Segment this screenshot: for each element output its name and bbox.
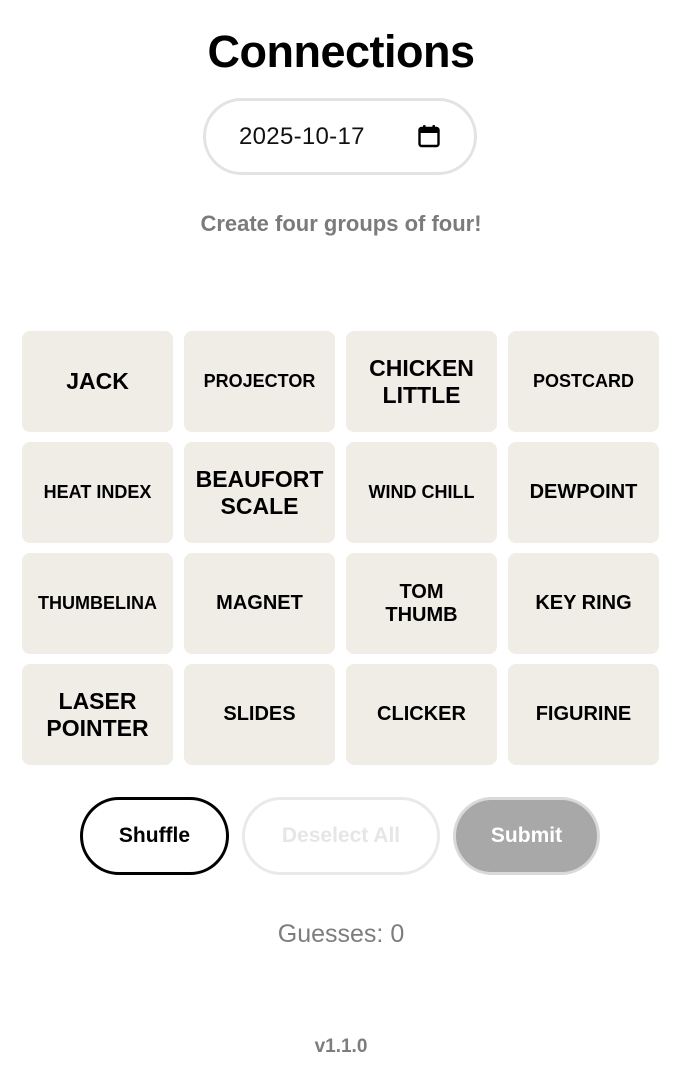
instructions: Create four groups of four! [200,211,482,236]
word-tile[interactable]: LASER POINTER [22,664,173,765]
word-tile[interactable]: WIND CHILL [346,442,497,543]
word-tile[interactable]: KEY RING [508,553,659,654]
word-tile[interactable]: CLICKER [346,664,497,765]
word-tile[interactable]: THUMBELINA [22,553,173,654]
deselect-all-button[interactable]: Deselect All [242,797,440,875]
word-tile[interactable]: CHICKEN LITTLE [346,331,497,432]
word-tile[interactable]: SLIDES [184,664,335,765]
word-tile[interactable]: PROJECTOR [184,331,335,432]
word-tile[interactable]: FIGURINE [508,664,659,765]
shuffle-button[interactable]: Shuffle [80,797,229,875]
page-title: Connections [207,26,475,77]
date-value: 2025-10-17 [239,123,365,150]
word-tile[interactable]: HEAT INDEX [22,442,173,543]
guesses-count: Guesses: 0 [277,920,405,948]
word-tile[interactable]: TOM THUMB [346,553,497,654]
word-tile[interactable]: MAGNET [184,553,335,654]
connections-page: Connections 2025-10-17 Create four group… [0,0,682,1078]
date-picker[interactable]: 2025-10-17 [203,98,477,175]
word-tile[interactable]: DEWPOINT [508,442,659,543]
word-tile[interactable]: JACK [22,331,173,432]
word-tile[interactable]: BEAUFORT SCALE [184,442,335,543]
word-grid: JACK PROJECTOR CHICKEN LITTLE POSTCARD HEAT … [22,331,659,765]
version-label: v1.1.0 [314,1036,368,1057]
calendar-icon[interactable] [418,124,440,148]
word-tile[interactable]: POSTCARD [508,331,659,432]
submit-button[interactable]: Submit [453,797,600,875]
